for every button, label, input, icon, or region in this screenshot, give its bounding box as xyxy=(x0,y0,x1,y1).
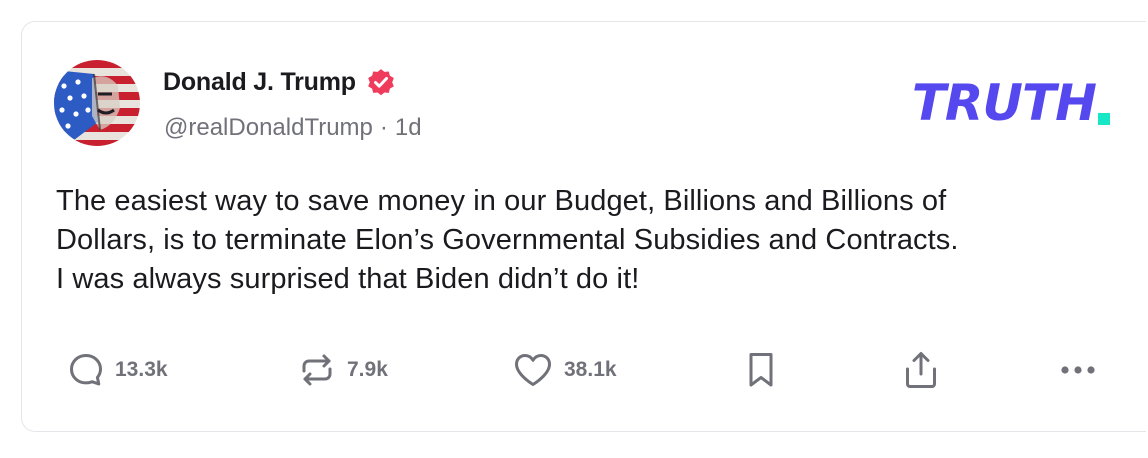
post-body-line: I was always surprised that Biden didn’t… xyxy=(56,263,640,295)
avatar[interactable] xyxy=(54,60,140,146)
bookmark-icon xyxy=(749,353,773,387)
avatar-image xyxy=(54,60,140,146)
verified-badge-icon xyxy=(365,66,397,98)
post-body: The easiest way to save money in our Bud… xyxy=(56,182,1126,299)
logo-dot xyxy=(1098,113,1110,125)
reply-icon xyxy=(70,354,102,386)
truth-post-card: Donald J. Trump @realDonaldTrump · 1d TR… xyxy=(21,21,1146,432)
post-time[interactable]: 1d xyxy=(395,114,422,142)
retruth-button[interactable]: 7.9k xyxy=(297,342,388,398)
post-actions-bar: 13.3k 7.9k 38.1k xyxy=(22,342,1147,398)
share-icon xyxy=(906,352,936,388)
like-count: 38.1k xyxy=(564,358,617,381)
author-handle[interactable]: @realDonaldTrump xyxy=(164,114,373,142)
truth-social-logo: TRUTH xyxy=(912,76,1110,128)
heart-icon xyxy=(515,354,551,386)
post-body-line: The easiest way to save money in our Bud… xyxy=(56,185,947,217)
author-meta-row: @realDonaldTrump · 1d xyxy=(164,114,422,142)
bookmark-button[interactable] xyxy=(744,342,778,398)
author-name-row: Donald J. Trump xyxy=(163,65,397,99)
author-display-name[interactable]: Donald J. Trump xyxy=(163,68,356,97)
more-icon xyxy=(1061,366,1095,374)
like-button[interactable]: 38.1k xyxy=(512,342,617,398)
reply-count: 13.3k xyxy=(115,358,168,381)
retruth-count: 7.9k xyxy=(347,358,388,381)
logo-text: TRUTH xyxy=(911,74,1097,132)
more-options-button[interactable] xyxy=(1058,342,1098,398)
share-button[interactable] xyxy=(902,342,940,398)
retruth-icon xyxy=(302,354,332,386)
meta-separator: · xyxy=(379,114,388,141)
post-body-line: Dollars, is to terminate Elon’s Governme… xyxy=(56,224,959,256)
reply-button[interactable]: 13.3k xyxy=(67,342,168,398)
